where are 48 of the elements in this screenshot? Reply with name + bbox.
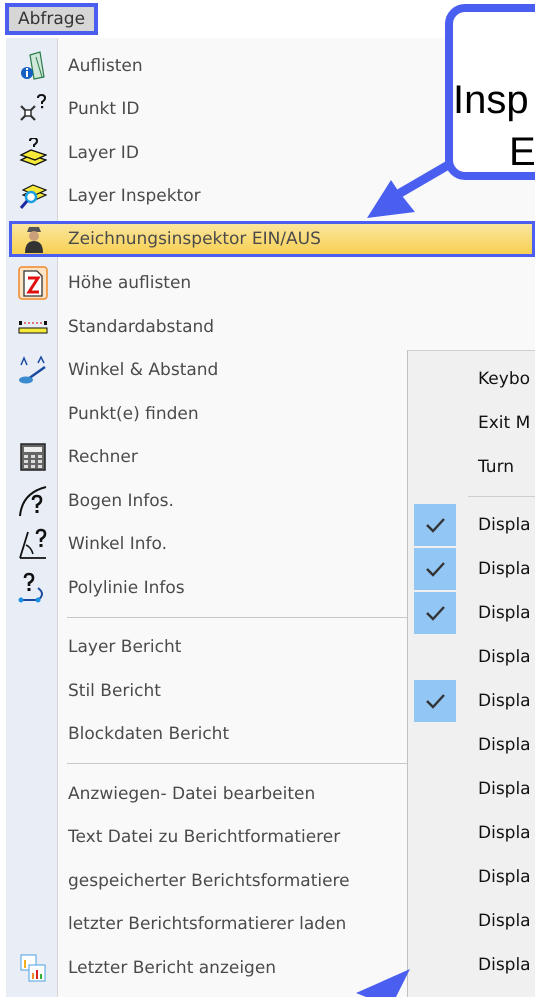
menu-item[interactable]: gespeicherter Berichtsformatiere [7,859,405,902]
menu-item[interactable]: Winkel & Abstand [7,348,405,392]
person-icon [22,225,44,253]
submenu-item[interactable]: Displa [408,855,535,899]
menu-item[interactable]: Punkt ID [7,88,405,131]
menu-item[interactable]: Letzter Bericht anzeigen [7,946,405,990]
menu-item[interactable]: Layer ID [7,131,405,174]
submenu-item[interactable]: Displa [408,591,535,635]
menu-item[interactable]: Höhe auflisten [7,262,405,305]
submenu-item[interactable]: Displa [408,503,535,547]
submenu-item[interactable]: Turn [408,445,535,489]
menu-item[interactable]: Layer Inspektor [7,174,405,218]
layer-query-icon [18,138,46,168]
menu-bar-item[interactable]: Abfrage [8,6,96,32]
submenu-item[interactable]: Keybo [408,357,535,401]
chart-icon [20,954,46,982]
angle-query-icon [18,528,48,560]
menu-item[interactable]: Text Datei zu Berichtformatierer [7,816,405,859]
menu-item[interactable]: letzter Berichtsformatierer laden [7,902,405,946]
menu-item[interactable]: Stil Bericht [7,669,405,712]
menu-item[interactable]: Auflisten [7,44,405,88]
submenu-item[interactable]: Displa [408,767,535,811]
info-layers-icon [20,50,46,81]
callout-text: E [509,132,535,172]
submenu-item[interactable]: Displa [408,635,535,679]
menu-item[interactable]: Anzwiegen- Datei bearbeiten [7,772,405,816]
submenu-item[interactable]: Displa [408,679,535,723]
angle-distance-icon [18,355,48,386]
callout-text: Insp [453,80,529,120]
menu-item[interactable]: Punkt(e) finden [7,392,405,436]
ruler-icon [18,318,48,335]
submenu-item[interactable]: Displa [408,723,535,767]
calculator-icon [20,443,46,472]
menu-item[interactable]: Layer Bericht [7,626,405,669]
document-icon [18,266,48,300]
menu-item[interactable]: Polylinie Infos [7,566,405,610]
menu-item[interactable]: Zeichnungsinspektor EIN/AUS [9,221,535,257]
menu-item[interactable]: Rechner [7,436,405,479]
submenu-item[interactable]: Exit M [408,401,535,445]
menu-item[interactable]: Standardabstand [7,305,405,348]
arc-query-icon [18,484,48,517]
menu-item[interactable]: Winkel Info. [7,522,405,566]
menu-item[interactable]: Blockdaten Bericht [7,712,405,756]
submenu-item[interactable]: Displa [408,899,535,943]
submenu-item[interactable]: Displa [408,547,535,591]
menu-item[interactable]: Bogen Infos. [7,479,405,522]
submenu-item[interactable]: Displa [408,943,535,987]
submenu-item[interactable]: Displa [408,811,535,855]
